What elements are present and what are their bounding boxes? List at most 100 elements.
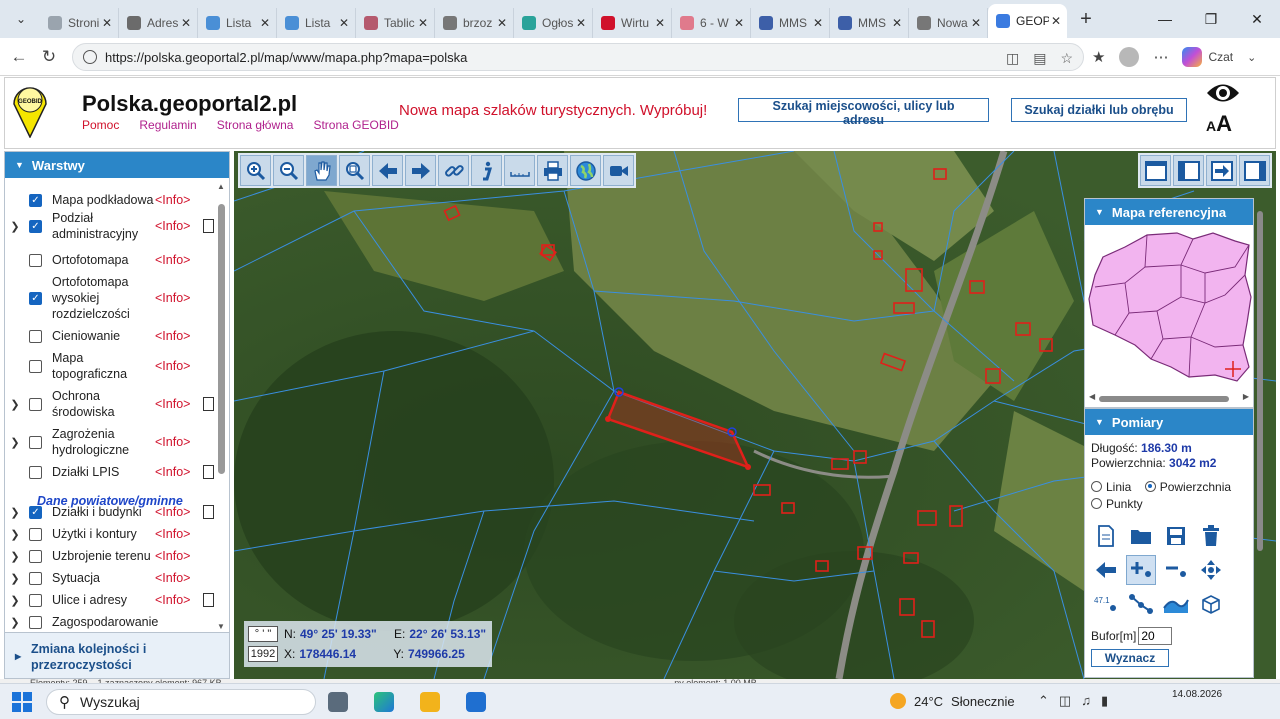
legend-document-icon[interactable] — [203, 505, 214, 519]
expand-layer-icon[interactable]: ❯ — [5, 528, 25, 541]
browser-tab[interactable]: Lista ✕ — [277, 8, 356, 38]
site-info-icon[interactable] — [83, 50, 97, 64]
layer-info-link[interactable]: <Info> — [155, 435, 197, 449]
reload-icon[interactable]: ↻ — [34, 47, 64, 67]
layer-info-link[interactable]: <Info> — [155, 219, 197, 233]
remove-point-button[interactable] — [1161, 555, 1191, 585]
layer-info-link[interactable]: <Info> — [155, 397, 197, 411]
back-view-button[interactable] — [372, 155, 403, 186]
open-measurement-button[interactable] — [1126, 521, 1156, 551]
expand-layer-icon[interactable]: ❯ — [5, 594, 25, 607]
save-measurement-button[interactable] — [1161, 521, 1191, 551]
close-tab-icon[interactable]: ✕ — [653, 16, 667, 30]
new-tab-button[interactable]: + — [1071, 8, 1101, 31]
layout-left-button[interactable] — [1173, 155, 1204, 186]
layer-checkbox[interactable] — [29, 465, 42, 479]
close-tab-icon[interactable]: ✕ — [100, 16, 114, 30]
crs-1992-select[interactable]: 1992 — [248, 646, 278, 662]
windows-start-icon[interactable] — [12, 691, 32, 712]
header-link[interactable]: Regulamin — [139, 118, 196, 132]
browser-tab[interactable]: Stroni ✕ — [40, 8, 119, 38]
task-view-icon[interactable] — [328, 692, 348, 712]
close-tab-icon[interactable]: ✕ — [337, 16, 351, 30]
layer-info-link[interactable]: <Info> — [155, 329, 197, 343]
weather-widget[interactable]: 24°C Słonecznie — [890, 693, 1015, 709]
measurements-header[interactable]: ▼ Pomiary — [1085, 409, 1253, 435]
favorites-icon[interactable]: ★ — [1092, 48, 1105, 66]
browser-tab[interactable]: MMS ✕ — [830, 8, 909, 38]
mode-points-radio[interactable]: Punkty — [1091, 497, 1247, 511]
layout-full-button[interactable] — [1140, 155, 1171, 186]
accessibility-eye-icon[interactable] — [1205, 80, 1241, 106]
layer-info-link[interactable]: <Info> — [155, 359, 197, 373]
close-tab-icon[interactable]: ✕ — [969, 16, 983, 30]
browser-tab[interactable]: Tablic ✕ — [356, 8, 435, 38]
close-tab-icon[interactable]: ✕ — [416, 16, 430, 30]
volume-icon[interactable]: ♫ — [1081, 693, 1091, 709]
tray-expand-icon[interactable]: ⌃ — [1038, 693, 1049, 709]
search-address-button[interactable]: Szukaj miejscowości, ulicy lub adresu — [738, 98, 989, 127]
close-tab-icon[interactable]: ✕ — [258, 16, 272, 30]
split-screen-icon[interactable]: ◫ — [1006, 50, 1019, 67]
layer-order-link[interactable]: ▶ Zmiana kolejności i przezroczystości — [5, 632, 229, 678]
edge-browser-icon[interactable] — [374, 692, 394, 712]
clock[interactable]: 14.08.2026 — [1172, 688, 1222, 701]
expand-layer-icon[interactable]: ❯ — [5, 506, 25, 519]
header-link[interactable]: Strona główna — [217, 118, 294, 132]
browser-tab[interactable]: MMS ✕ — [751, 8, 830, 38]
scroll-down-icon[interactable]: ▼ — [217, 622, 225, 631]
legend-document-icon[interactable] — [203, 465, 214, 479]
browser-tab[interactable]: GEOP ✕ — [988, 4, 1067, 38]
layer-checkbox[interactable] — [29, 329, 42, 343]
legend-document-icon[interactable] — [203, 219, 214, 233]
forward-view-button[interactable] — [405, 155, 436, 186]
volume-button[interactable] — [1196, 589, 1226, 619]
layout-export-button[interactable] — [1206, 155, 1237, 186]
layer-checkbox[interactable] — [29, 397, 42, 411]
video-button[interactable] — [603, 155, 634, 186]
url-input[interactable]: https://polska.geoportal2.pl/map/www/map… — [72, 43, 1084, 71]
more-menu-icon[interactable]: ⋯ — [1153, 48, 1168, 66]
map-view[interactable]: ° ' " N: 49° 25' 19.33" E: 22° 26' 53.13… — [234, 151, 1276, 679]
copilot-button[interactable]: Czat — [1182, 47, 1233, 67]
expand-layer-icon[interactable]: ❯ — [5, 616, 25, 629]
mode-line-radio[interactable]: Linia — [1091, 480, 1131, 494]
close-tab-icon[interactable]: ✕ — [179, 16, 193, 30]
right-panels-scrollbar[interactable] — [1256, 211, 1264, 671]
buffer-input[interactable] — [1138, 627, 1173, 645]
maximize-icon[interactable]: ❐ — [1188, 0, 1234, 38]
layout-right-button[interactable] — [1239, 155, 1270, 186]
browser-tab[interactable]: brzoz ✕ — [435, 8, 514, 38]
expand-layer-icon[interactable]: ❯ — [5, 436, 25, 449]
expand-layer-icon[interactable]: ❯ — [5, 220, 25, 233]
battery-icon[interactable]: ▮ — [1101, 693, 1108, 709]
expand-layer-icon[interactable]: ❯ — [5, 572, 25, 585]
expand-layer-icon[interactable]: ❯ — [5, 398, 25, 411]
poland-reference-map[interactable] — [1085, 227, 1253, 395]
file-explorer-icon[interactable] — [420, 692, 440, 712]
back-icon[interactable]: ← — [4, 47, 34, 67]
browser-tab[interactable]: 6 - W ✕ — [672, 8, 751, 38]
info-button[interactable] — [471, 155, 502, 186]
zoom-out-button[interactable] — [273, 155, 304, 186]
layers-scroll-thumb[interactable] — [218, 204, 225, 474]
reader-icon[interactable]: ▤ — [1033, 50, 1046, 67]
pan-button[interactable] — [306, 155, 337, 186]
outlook-icon[interactable] — [466, 692, 486, 712]
browser-tab[interactable]: Nowa ✕ — [909, 8, 988, 38]
layer-info-link[interactable]: <Info> — [155, 593, 197, 607]
close-tab-icon[interactable]: ✕ — [732, 16, 746, 30]
move-point-button[interactable] — [1196, 555, 1226, 585]
right-panels-scroll-thumb[interactable] — [1257, 211, 1263, 551]
reference-map-hscroll[interactable]: ◀ ▶ — [1089, 392, 1249, 403]
layer-checkbox[interactable] — [29, 359, 42, 373]
legend-document-icon[interactable] — [203, 593, 214, 607]
reference-map-header[interactable]: ▼ Mapa referencyjna — [1085, 199, 1253, 225]
layer-info-link[interactable]: <Info> — [155, 527, 197, 541]
close-tab-icon[interactable]: ✕ — [890, 16, 904, 30]
browser-tab[interactable]: Ogłos ✕ — [514, 8, 593, 38]
dms-format-select[interactable]: ° ' " — [248, 626, 278, 642]
network-icon[interactable]: ◫ — [1059, 693, 1071, 709]
browser-tab[interactable]: Adres ✕ — [119, 8, 198, 38]
layer-checkbox[interactable] — [29, 615, 42, 629]
